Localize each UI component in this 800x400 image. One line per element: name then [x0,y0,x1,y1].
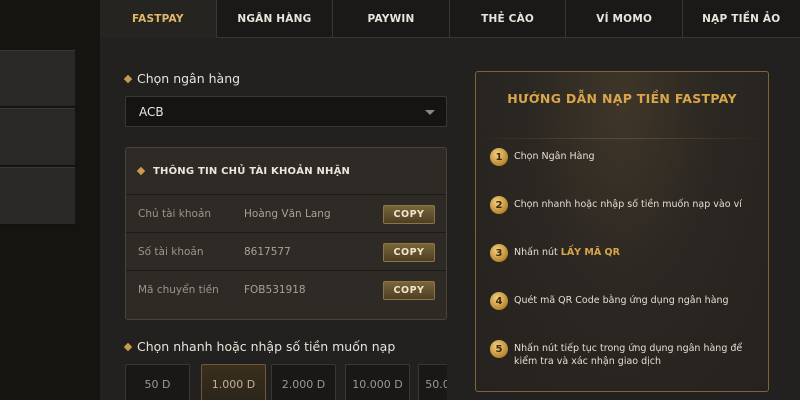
tab-nap-tien-ao[interactable]: NẠP TIỀN ẢO [682,0,800,38]
step-number-badge: 1 [490,148,508,166]
sidebar-item[interactable] [0,108,75,166]
account-number-value: 8617577 [244,245,291,258]
left-sidebar [0,0,75,400]
account-info-title: THÔNG TIN CHỦ TÀI KHOẢN NHẬN [153,165,351,177]
step-text-part: Chọn Ngân Hàng [514,151,595,162]
guide-step: 2 Chọn nhanh hoặc nhập số tiền muốn nạp … [490,196,742,214]
guide-step: 1 Chọn Ngân Hàng [490,148,595,166]
guide-title: HƯỚNG DẪN NẠP TIỀN FASTPAY [507,91,737,106]
tab-ngan-hang[interactable]: NGÂN HÀNG [216,0,334,38]
amount-option-2000[interactable]: 2.000 D [271,364,336,400]
tab-vi-momo[interactable]: VÍ MOMO [566,0,683,38]
copy-transfer-code-button[interactable]: COPY [383,281,435,300]
step-text: Chọn nhanh hoặc nhập số tiền muốn nạp và… [514,196,742,211]
account-number-label: Số tài khoản [138,245,204,258]
step-text: Chọn Ngân Hàng [514,148,595,163]
account-holder-label: Chủ tài khoản [138,207,212,220]
sidebar-item[interactable] [0,167,75,225]
diamond-icon [123,74,133,83]
step-number-badge: 5 [490,340,508,358]
copy-account-holder-button[interactable]: COPY [383,205,435,224]
bank-select-label-text: Chọn ngân hàng [137,71,241,86]
diamond-icon [123,342,133,351]
step-text-part: Quét mã QR Code bằng ứng dụng ngân hàng [514,295,729,306]
amount-options: 50 D 1.000 D 2.000 D 10.000 D 50.000 D [125,364,447,400]
step-text-part: Chọn nhanh hoặc nhập số tiền muốn nạp và… [514,199,742,210]
transfer-code-label: Mã chuyển tiền [138,283,219,296]
guide-step: 4 Quét mã QR Code bằng ứng dụng ngân hàn… [490,292,729,310]
copy-account-number-button[interactable]: COPY [383,243,435,262]
transfer-code-value: FOB531918 [244,283,306,296]
payment-method-tabs: FASTPAY NGÂN HÀNG PAYWIN THẺ CÀO VÍ MOMO… [100,0,800,38]
amount-option-10000[interactable]: 10.000 D [345,364,410,400]
step-text-part: Nhấn nút [514,247,561,258]
bank-select-label: Chọn ngân hàng [123,71,241,86]
step-text-part: Nhấn nút tiếp tục trong ứng dụng ngân hà… [514,343,743,367]
account-holder-row: Chủ tài khoản Hoàng Văn Lang COPY [126,194,446,232]
amount-option-50[interactable]: 50 D [125,364,190,400]
tab-the-cao[interactable]: THẺ CÀO [449,0,567,38]
amount-option-1000[interactable]: 1.000 D [201,364,266,400]
sidebar-item[interactable] [0,50,75,107]
step-number-badge: 3 [490,244,508,262]
deposit-panel: FASTPAY NGÂN HÀNG PAYWIN THẺ CÀO VÍ MOMO… [100,0,800,400]
step-text: Nhấn nút tiếp tục trong ứng dụng ngân hà… [514,340,764,368]
account-holder-value: Hoàng Văn Lang [244,207,331,220]
step-number-badge: 2 [490,196,508,214]
step-text: Nhấn nút LẤY MÃ QR [514,244,620,259]
tab-paywin[interactable]: PAYWIN [333,0,450,38]
tab-content: Chọn ngân hàng ACB THÔNG TIN CHỦ TÀI KHO… [100,38,800,400]
account-info-header: THÔNG TIN CHỦ TÀI KHOẢN NHẬN [126,148,446,194]
bank-select-value: ACB [139,104,164,119]
bank-select[interactable]: ACB [125,96,447,127]
account-info-box: THÔNG TIN CHỦ TÀI KHOẢN NHẬN Chủ tài kho… [125,147,447,320]
amount-label: Chọn nhanh hoặc nhập số tiền muốn nạp [123,339,396,354]
sidebar-divider [75,0,100,400]
guide-step: 5 Nhấn nút tiếp tục trong ứng dụng ngân … [490,340,764,368]
transfer-code-row: Mã chuyển tiền FOB531918 COPY [126,270,446,308]
diamond-icon [136,166,146,176]
account-number-row: Số tài khoản 8617577 COPY [126,232,446,270]
step-highlight-text: LẤY MÃ QR [560,247,620,258]
step-number-badge: 4 [490,292,508,310]
amount-option-50000[interactable]: 50.000 D [418,364,447,400]
guide-divider [476,138,768,139]
tab-fastpay[interactable]: FASTPAY [100,0,217,38]
amount-label-text: Chọn nhanh hoặc nhập số tiền muốn nạp [137,339,396,354]
fastpay-guide-panel: HƯỚNG DẪN NẠP TIỀN FASTPAY 1 Chọn Ngân H… [475,71,769,392]
chevron-down-icon [425,110,435,115]
guide-step: 3 Nhấn nút LẤY MÃ QR [490,244,620,262]
step-text: Quét mã QR Code bằng ứng dụng ngân hàng [514,292,729,307]
